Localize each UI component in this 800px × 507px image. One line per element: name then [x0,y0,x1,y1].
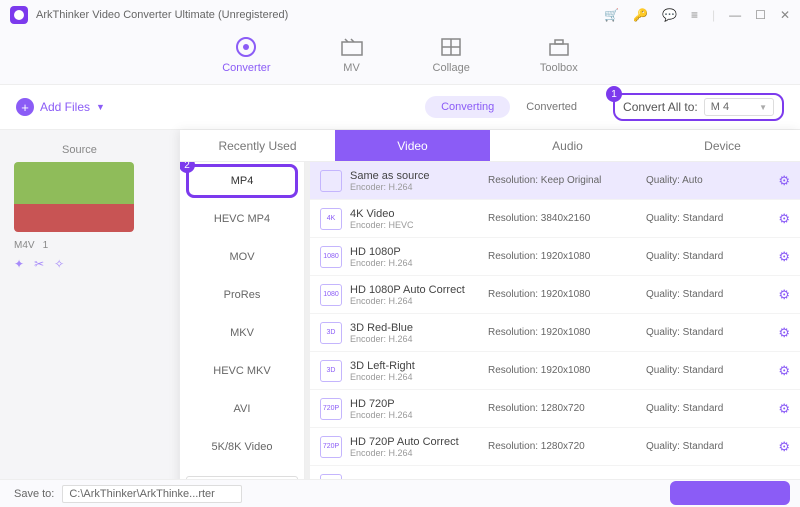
format-mkv[interactable]: MKV [180,314,304,352]
gear-icon[interactable]: ⚙ [778,211,790,227]
nav-mv[interactable]: MV [341,36,363,74]
preset-icon: 3D [320,322,342,344]
gear-icon[interactable]: ⚙ [778,439,790,455]
toolbox-icon [548,36,570,58]
format-panel: Recently Used Video Audio Device 2 MP4 H… [180,130,800,504]
nav-converter[interactable]: Converter [222,36,270,74]
chat-icon[interactable]: 💬 [662,8,677,22]
edit-icon[interactable]: ✦ [14,257,24,271]
preset-row[interactable]: 1080 HD 1080P Auto CorrectEncoder: H.264… [310,276,800,314]
format-5k8k[interactable]: 5K/8K Video [180,428,304,466]
mv-icon [341,36,363,58]
format-avi[interactable]: AVI [180,390,304,428]
nav-collage[interactable]: Collage [433,36,470,74]
save-to-label: Save to: [14,488,54,500]
format-hevc-mkv[interactable]: HEVC MKV [180,352,304,390]
close-icon[interactable]: ✕ [780,8,790,22]
format-mov[interactable]: MOV [180,238,304,276]
size-label: 1 [43,240,49,251]
annotation-1: 1 [606,86,622,102]
menu-icon[interactable]: ≡ [691,8,698,22]
preset-icon: 3D [320,360,342,382]
add-files-button[interactable]: + Add Files ▼ [16,98,105,116]
nav-toolbox[interactable]: Toolbox [540,36,578,74]
format-list: 2 MP4 HEVC MP4 MOV ProRes MKV HEVC MKV A… [180,162,305,504]
convert-button[interactable] [670,481,790,505]
cart-icon[interactable]: 🛒 [604,8,619,22]
chevron-down-icon: ▼ [759,103,767,112]
preset-row[interactable]: Same as sourceEncoder: H.264 Resolution:… [310,162,800,200]
gear-icon[interactable]: ⚙ [778,173,790,189]
preset-row[interactable]: 3D 3D Left-RightEncoder: H.264 Resolutio… [310,352,800,390]
save-path-input[interactable]: C:\ArkThinker\ArkThinke...rter [62,485,242,503]
app-title: ArkThinker Video Converter Ultimate (Unr… [36,9,604,21]
tab-video[interactable]: Video [335,130,490,162]
preset-icon: 4K [320,208,342,230]
gear-icon[interactable]: ⚙ [778,249,790,265]
tab-converting[interactable]: Converting [425,96,510,118]
preset-row[interactable]: 4K 4K VideoEncoder: HEVC Resolution: 384… [310,200,800,238]
collage-icon [440,36,462,58]
preset-icon: 1080 [320,284,342,306]
divider: | [712,8,715,22]
format-label: M4V [14,240,35,251]
convert-all-dropdown[interactable]: 1 Convert All to: M 4▼ [613,93,784,121]
preset-row[interactable]: 720P HD 720P Auto CorrectEncoder: H.264 … [310,428,800,466]
video-thumbnail[interactable] [14,162,134,232]
maximize-icon[interactable]: ☐ [755,8,766,22]
key-icon[interactable]: 🔑 [633,8,648,22]
app-logo-icon [10,6,28,24]
plus-icon: + [16,98,34,116]
preset-icon: 720P [320,398,342,420]
format-hevc-mp4[interactable]: HEVC MP4 [180,200,304,238]
chevron-down-icon: ▼ [96,102,105,112]
enhance-icon[interactable]: ✧ [54,257,64,271]
format-mp4[interactable]: 2 MP4 [186,164,298,198]
cut-icon[interactable]: ✂ [34,257,44,271]
minimize-icon[interactable]: — [729,8,741,22]
preset-row[interactable]: 720P HD 720PEncoder: H.264 Resolution: 1… [310,390,800,428]
file-card: Source M4V 1 ✦ ✂ ✧ [0,130,180,504]
title-bar: ArkThinker Video Converter Ultimate (Unr… [0,0,800,30]
preset-icon: 720P [320,436,342,458]
preset-list: Same as sourceEncoder: H.264 Resolution:… [310,162,800,504]
footer: Save to: C:\ArkThinker\ArkThinke...rter [0,479,800,507]
gear-icon[interactable]: ⚙ [778,287,790,303]
gear-icon[interactable]: ⚙ [778,401,790,417]
toolbar: + Add Files ▼ Converting Converted 1 Con… [0,84,800,130]
tab-audio[interactable]: Audio [490,130,645,162]
tab-device[interactable]: Device [645,130,800,162]
preset-row[interactable]: 1080 HD 1080PEncoder: H.264 Resolution: … [310,238,800,276]
annotation-2: 2 [180,162,195,173]
preset-row[interactable]: 3D 3D Red-BlueEncoder: H.264 Resolution:… [310,314,800,352]
top-nav: Converter MV Collage Toolbox [0,30,800,84]
gear-icon[interactable]: ⚙ [778,325,790,341]
tab-converted[interactable]: Converted [510,96,593,118]
source-label: Source [62,144,174,156]
format-prores[interactable]: ProRes [180,276,304,314]
preset-icon [320,170,342,192]
gear-icon[interactable]: ⚙ [778,363,790,379]
preset-icon: 1080 [320,246,342,268]
tab-recently-used[interactable]: Recently Used [180,130,335,162]
converter-icon [235,36,257,58]
